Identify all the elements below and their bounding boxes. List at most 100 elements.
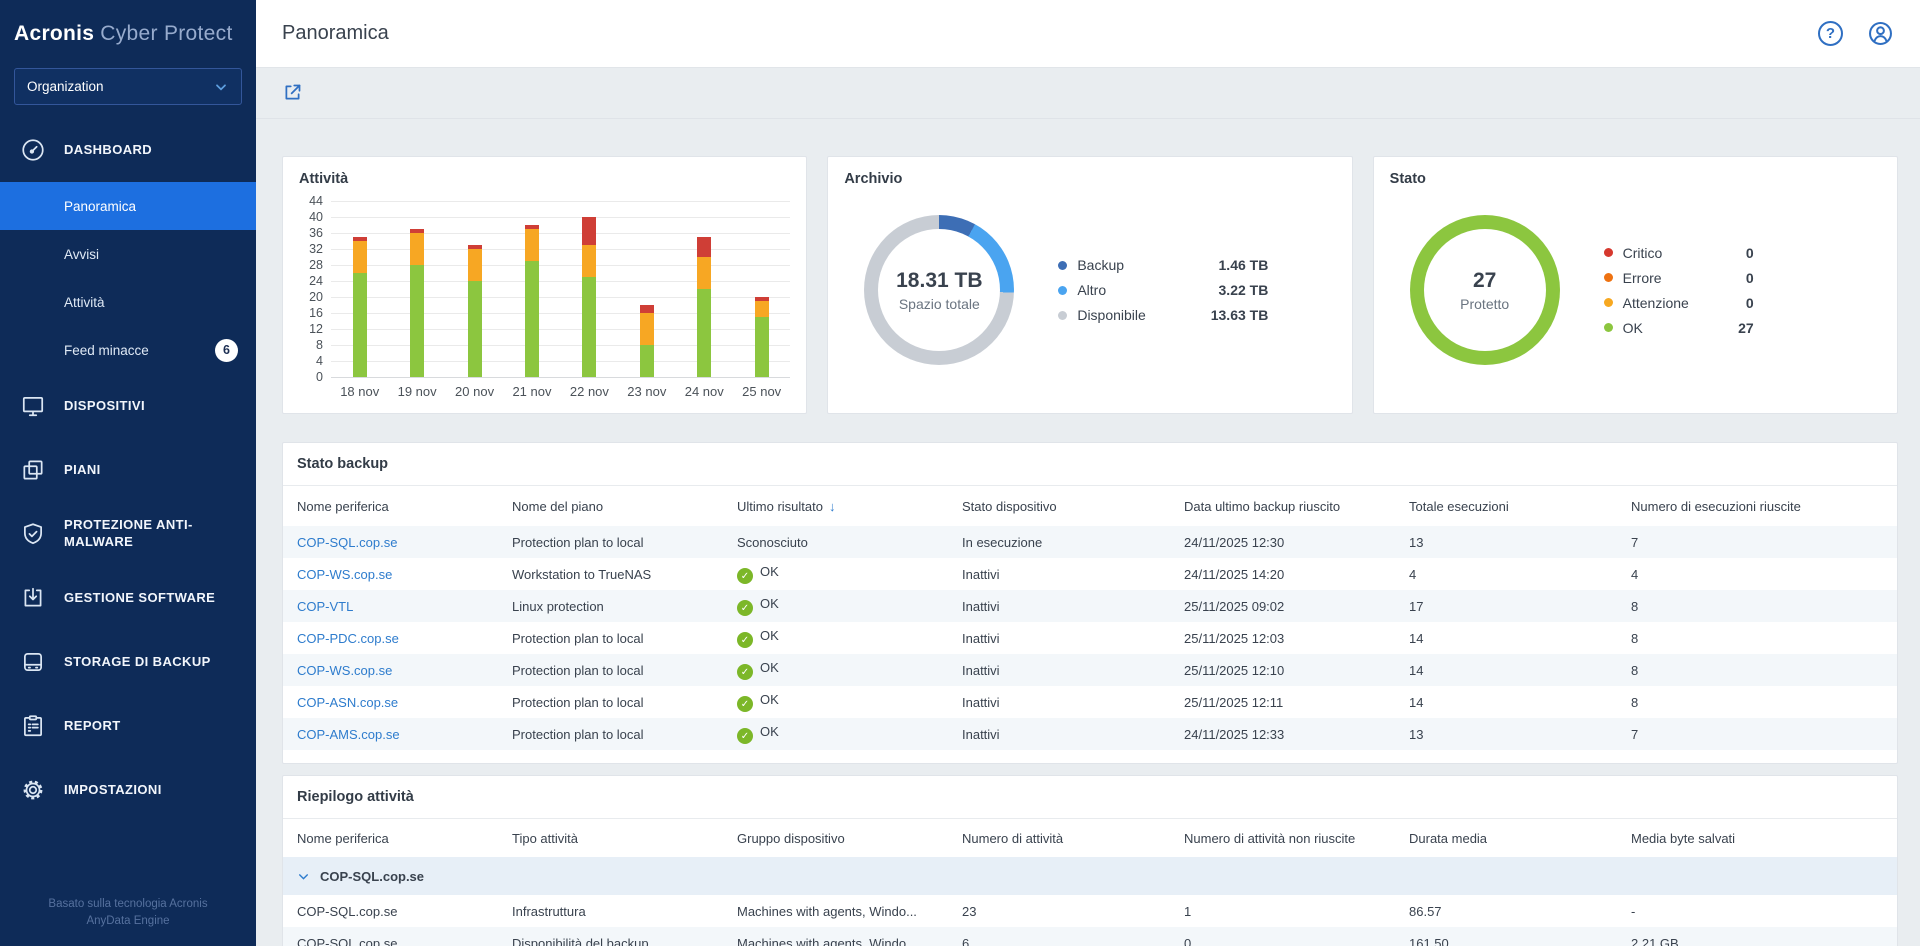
sidebar-item-report[interactable]: REPORT — [0, 694, 256, 758]
bar-segment-errore-22-nov[interactable] — [582, 217, 597, 245]
backup-status-table: Nome periferica Nome del piano Ultimo risu… — [283, 486, 1897, 750]
sidebar-item-storage-di-backup[interactable]: STORAGE DI BACKUP — [0, 630, 256, 694]
column-header-stato-dispositivo[interactable]: Stato dispositivo — [948, 499, 1170, 514]
bar-segment-ok-24-nov[interactable] — [697, 289, 712, 377]
bar-segment-errore-19-nov[interactable] — [410, 229, 425, 233]
column-header-data-ultimo-backup-riuscito[interactable]: Data ultimo backup riuscito — [1170, 499, 1395, 514]
device-link[interactable]: COP-PDC.cop.se — [283, 631, 498, 646]
sidebar-item-feed-minacce[interactable]: Feed minacce 6 — [0, 326, 256, 374]
column-header-ultimo-risultato[interactable]: Ultimo risultato ↓ — [723, 499, 948, 514]
y-tick-label: 16 — [309, 306, 323, 320]
column-header-numero-di-esecuzioni-riuscite[interactable]: Numero di esecuzioni riuscite — [1617, 499, 1897, 514]
status-ring-chart: 27 Protetto — [1409, 215, 1560, 365]
bar-segment-ok-19-nov[interactable] — [410, 265, 425, 377]
organization-selector[interactable]: Organization — [14, 68, 242, 105]
table-row[interactable]: COP-WS.cop.se Protection plan to local ✓ OK… — [283, 654, 1897, 686]
device-link[interactable]: COP-AMS.cop.se — [283, 727, 498, 742]
bar-segment-ok-20-nov[interactable] — [467, 281, 482, 377]
column-header-media-byte-salvati[interactable]: Media byte salvati — [1617, 831, 1897, 846]
device-link[interactable]: COP-WS.cop.se — [283, 567, 498, 582]
bar-segment-errore-18-nov[interactable] — [352, 237, 367, 241]
bar-segment-attenzione-24-nov[interactable] — [697, 257, 712, 289]
device-link[interactable]: COP-WS.cop.se — [283, 663, 498, 678]
bar-segment-errore-20-nov[interactable] — [467, 245, 482, 249]
bar-segment-errore-23-nov[interactable] — [639, 305, 654, 313]
legend-dot — [1058, 260, 1068, 270]
plan-name-cell: Workstation to TrueNAS — [512, 566, 652, 582]
table-row[interactable]: COP-WS.cop.se Workstation to TrueNAS ✓ OK In… — [283, 558, 1897, 590]
app-window: Acronis Cyber Protect Organization DASHBO… — [0, 0, 1920, 946]
bar-segment-attenzione-21-nov[interactable] — [524, 229, 539, 261]
bar-segment-attenzione-20-nov[interactable] — [467, 249, 482, 281]
table-row[interactable]: COP-SQL.cop.se Infrastruttura Machines wit… — [283, 895, 1897, 927]
bar-segment-ok-25-nov[interactable] — [754, 317, 769, 377]
table-row[interactable]: COP-AMS.cop.se Protection plan to local ✓ O… — [283, 718, 1897, 750]
sidebar-item-gestione-software[interactable]: GESTIONE SOFTWARE — [0, 566, 256, 630]
table-row[interactable]: COP-ASN.cop.se Protection plan to local ✓ O… — [283, 686, 1897, 718]
sidebar-item-avvisi[interactable]: Avvisi — [0, 230, 256, 278]
sidebar-item-attivita[interactable]: Attività — [0, 278, 256, 326]
device-link[interactable]: COP-VTL — [283, 599, 498, 614]
sidebar-item-piani[interactable]: PIANI — [0, 438, 256, 502]
y-tick-label: 12 — [309, 322, 323, 336]
column-header-nome-periferica[interactable]: Nome periferica — [283, 831, 498, 846]
card-title: Attività — [299, 171, 349, 187]
x-tick-label: 21 nov — [512, 384, 552, 399]
last-result-cell: ✓ OK — [723, 660, 948, 681]
device-link[interactable]: COP-SQL.cop.se — [283, 535, 498, 550]
gridline — [331, 217, 791, 218]
sidebar-item-dashboard[interactable]: DASHBOARD — [0, 118, 256, 182]
device-name-cell: COP-SQL.cop.se — [297, 935, 398, 946]
bar-segment-ok-23-nov[interactable] — [639, 345, 654, 377]
column-header-nome-del-piano[interactable]: Nome del piano — [498, 499, 723, 514]
device-link[interactable]: COP-ASN.cop.se — [283, 695, 498, 710]
column-header-tipo-attivit-[interactable]: Tipo attività — [498, 831, 723, 846]
sidebar-item-label: IMPOSTAZIONI — [64, 781, 162, 797]
sidebar-item-label: Attività — [64, 294, 105, 310]
last-result-cell: ✓ OK — [723, 628, 948, 649]
bar-segment-ok-21-nov[interactable] — [524, 261, 539, 377]
table-row[interactable]: COP-SQL.cop.se Protection plan to local Sc… — [283, 526, 1897, 558]
column-header-durata-media[interactable]: Durata media — [1395, 831, 1617, 846]
popout-icon[interactable] — [282, 82, 303, 103]
column-header-numero-di-attivit-[interactable]: Numero di attività — [948, 831, 1170, 846]
bar-segment-attenzione-19-nov[interactable] — [410, 233, 425, 265]
total-runs-cell: 14 — [1409, 630, 1424, 646]
feed-minacce-badge: 6 — [215, 338, 238, 362]
successful-runs-cell: 7 — [1631, 534, 1639, 550]
column-header-totale-esecuzioni[interactable]: Totale esecuzioni — [1395, 499, 1617, 514]
logo-brand: Acronis — [14, 22, 95, 45]
column-header-nome-periferica[interactable]: Nome periferica — [283, 499, 498, 514]
bar-segment-errore-25-nov[interactable] — [754, 297, 769, 301]
bar-segment-attenzione-18-nov[interactable] — [352, 241, 367, 273]
plan-name-cell: Protection plan to local — [512, 694, 644, 710]
column-header-gruppo-dispositivo[interactable]: Gruppo dispositivo — [723, 831, 948, 846]
sidebar-item-protezione-anti-malware[interactable]: PROTEZIONE ANTI-MALWARE — [0, 502, 256, 566]
successful-runs-cell: 8 — [1631, 630, 1639, 646]
report-icon — [20, 713, 46, 739]
column-header-numero-di-attivit-non-riuscite[interactable]: Numero di attività non riuscite — [1170, 831, 1395, 846]
account-icon[interactable] — [1867, 20, 1894, 47]
help-icon[interactable]: ? — [1818, 21, 1843, 46]
sidebar-item-panoramica[interactable]: Panoramica — [0, 182, 256, 230]
group-row-cop-sql.cop.se[interactable]: COP-SQL.cop.se — [283, 857, 1897, 895]
table-row[interactable]: COP-VTL Linux protection ✓ OK Inattivi 25/11/… — [283, 590, 1897, 622]
last-backup-date-cell: 24/11/2025 14:20 — [1184, 566, 1285, 582]
bar-segment-attenzione-25-nov[interactable] — [754, 301, 769, 317]
chevron-down-icon[interactable] — [297, 870, 310, 883]
successful-runs-cell: 8 — [1631, 598, 1639, 614]
bar-segment-attenzione-23-nov[interactable] — [639, 313, 654, 345]
device-state-cell: Inattivi — [962, 598, 1000, 614]
bar-segment-ok-18-nov[interactable] — [352, 273, 367, 377]
sidebar-item-impostazioni[interactable]: IMPOSTAZIONI — [0, 758, 256, 822]
bar-segment-errore-21-nov[interactable] — [524, 225, 539, 229]
bar-segment-attenzione-22-nov[interactable] — [582, 245, 597, 277]
sidebar-item-dispositivi[interactable]: DISPOSITIVI — [0, 374, 256, 438]
bar-segment-errore-24-nov[interactable] — [697, 237, 712, 257]
last-backup-date-cell: 25/11/2025 09:02 — [1184, 598, 1285, 614]
device-state-cell: Inattivi — [962, 630, 1000, 646]
bar-segment-ok-22-nov[interactable] — [582, 277, 597, 377]
last-result-cell: ✓ OK — [723, 692, 948, 713]
table-row[interactable]: COP-PDC.cop.se Protection plan to local ✓ O… — [283, 622, 1897, 654]
table-row[interactable]: COP-SQL.cop.se Disponibilità del backup Ma… — [283, 927, 1897, 946]
